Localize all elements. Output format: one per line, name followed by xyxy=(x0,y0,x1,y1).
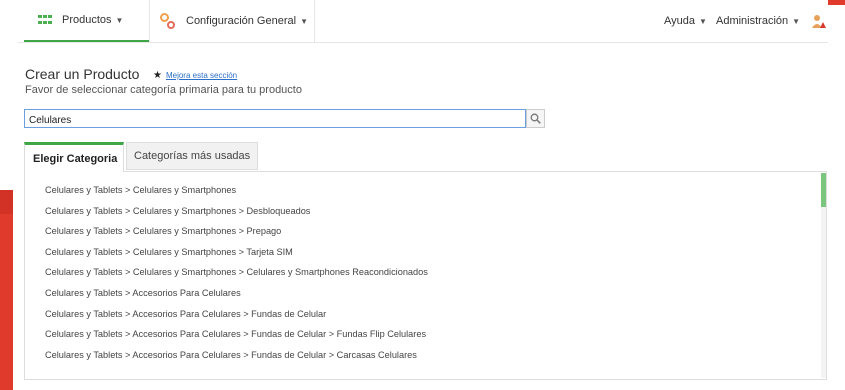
nav-ayuda-label: Ayuda xyxy=(664,15,695,27)
improve-section: ★ Mejora esta sección xyxy=(153,70,237,81)
nav-administracion-label: Administración xyxy=(716,15,789,27)
grid-icon xyxy=(38,15,52,25)
category-item[interactable]: Celulares y Tablets > Accesorios Para Ce… xyxy=(45,283,428,304)
improve-section-link[interactable]: Mejora esta sección xyxy=(166,71,237,80)
category-item[interactable]: Celulares y Tablets > Celulares y Smartp… xyxy=(45,201,428,222)
caret-down-icon: ▼ xyxy=(699,16,707,26)
user-icon[interactable] xyxy=(812,14,826,28)
page-subtitle: Favor de seleccionar categoría primaria … xyxy=(25,84,302,96)
category-list-panel: Celulares y Tablets > Celulares y Smartp… xyxy=(24,171,827,380)
nav-configuracion-label: Configuración General xyxy=(186,15,297,27)
nav-productos-label: Productos xyxy=(62,14,112,26)
search-box xyxy=(24,109,526,129)
caret-down-icon: ▼ xyxy=(300,16,308,26)
search-icon xyxy=(530,113,541,124)
gear-icon xyxy=(160,13,176,29)
nav-ayuda-menu[interactable]: Ayuda ▼ xyxy=(664,0,707,42)
list-scrollbar[interactable] xyxy=(821,173,826,378)
scrollbar-thumb[interactable] xyxy=(821,173,826,207)
decorative-banner-left-accent xyxy=(0,190,13,214)
nav-administracion-menu[interactable]: Administración ▼ xyxy=(716,0,800,42)
main-container: Productos ▼ Configuración General ▼ Ayud… xyxy=(18,0,828,390)
category-item[interactable]: Celulares y Tablets > Accesorios Para Ce… xyxy=(45,304,428,325)
decorative-banner-left xyxy=(0,190,13,390)
category-item[interactable]: Celulares y Tablets > Celulares y Smartp… xyxy=(45,221,428,242)
category-item[interactable]: Celulares y Tablets > Celulares y Smartp… xyxy=(45,262,428,283)
category-item[interactable]: Celulares y Tablets > Celulares y Smartp… xyxy=(45,180,428,201)
tab-categorias-mas-usadas[interactable]: Categorías más usadas xyxy=(126,142,258,170)
category-item[interactable]: Celulares y Tablets > Accesorios Para Ce… xyxy=(45,345,428,366)
star-icon: ★ xyxy=(153,70,162,81)
tab-elegir-categoria[interactable]: Elegir Categoria xyxy=(24,142,124,172)
search-button[interactable] xyxy=(526,109,545,128)
nav-productos-menu[interactable]: Productos ▼ xyxy=(24,0,150,42)
nav-configuracion-menu[interactable]: Configuración General ▼ xyxy=(149,0,315,42)
category-item[interactable]: Celulares y Tablets > Accesorios Para Ce… xyxy=(45,324,428,345)
top-navbar: Productos ▼ Configuración General ▼ Ayud… xyxy=(18,0,828,43)
caret-down-icon: ▼ xyxy=(115,15,124,25)
category-list: Celulares y Tablets > Celulares y Smartp… xyxy=(45,180,428,365)
category-item[interactable]: Celulares y Tablets > Celulares y Smartp… xyxy=(45,242,428,263)
category-search-input[interactable] xyxy=(25,112,525,129)
caret-down-icon: ▼ xyxy=(792,16,801,26)
page-title: Crear un Producto xyxy=(25,66,140,82)
